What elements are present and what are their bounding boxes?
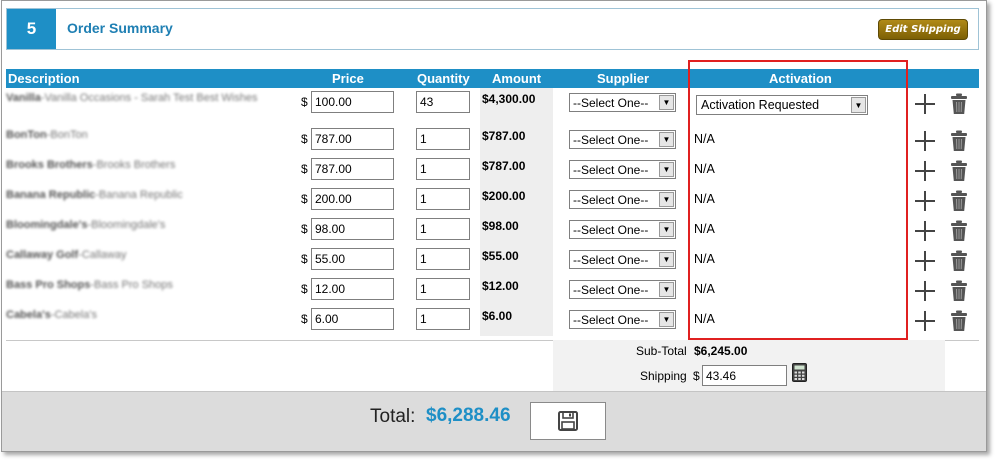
item-description: BonTon-BonTon: [6, 129, 88, 141]
col-price: Price: [332, 71, 364, 86]
trash-icon[interactable]: [950, 130, 968, 152]
amount-value: $55.00: [482, 249, 519, 263]
trash-icon[interactable]: [950, 93, 968, 115]
amount-value: $4,300.00: [482, 92, 536, 106]
col-quantity: Quantity: [417, 71, 470, 86]
chevron-down-icon: ▼: [659, 252, 674, 267]
price-currency: $: [301, 192, 308, 206]
price-currency: $: [301, 95, 308, 109]
calculator-icon[interactable]: [792, 363, 807, 382]
amount-value: $200.00: [482, 189, 526, 203]
quantity-input[interactable]: 1: [416, 308, 470, 330]
supplier-select[interactable]: --Select One-- ▼: [569, 220, 676, 239]
item-description: Banana Republic-Banana Republic: [6, 189, 183, 201]
save-button[interactable]: [530, 402, 606, 440]
chevron-down-icon: ▼: [659, 192, 674, 207]
shipping-input[interactable]: 43.46: [702, 365, 787, 386]
section-header: 5 Order Summary Edit Shipping: [6, 8, 979, 50]
price-currency: $: [301, 132, 308, 146]
trash-icon[interactable]: [950, 280, 968, 302]
supplier-select[interactable]: --Select One-- ▼: [569, 130, 676, 149]
supplier-select[interactable]: --Select One-- ▼: [569, 310, 676, 329]
quantity-input[interactable]: 1: [416, 188, 470, 210]
shipping-currency: $: [693, 369, 700, 383]
activation-highlight-box: [688, 60, 908, 340]
plus-icon[interactable]: [914, 250, 936, 272]
quantity-input[interactable]: 1: [416, 278, 470, 300]
price-currency: $: [301, 162, 308, 176]
supplier-select[interactable]: --Select One-- ▼: [569, 190, 676, 209]
price-input[interactable]: 100.00: [311, 91, 394, 113]
plus-icon[interactable]: [914, 160, 936, 182]
chevron-down-icon: ▼: [659, 132, 674, 147]
price-input[interactable]: 787.00: [311, 158, 394, 180]
floppy-disk-icon: [558, 411, 578, 431]
item-description: Bloomingdale's-Bloomingdale's: [6, 219, 166, 231]
quantity-input[interactable]: 43: [416, 91, 470, 113]
plus-icon[interactable]: [914, 280, 936, 302]
chevron-down-icon: ▼: [659, 312, 674, 327]
item-description: Callaway Golf-Callaway: [6, 249, 127, 261]
plus-icon[interactable]: [914, 190, 936, 212]
trash-icon[interactable]: [950, 310, 968, 332]
price-input[interactable]: 55.00: [311, 248, 394, 270]
total-label: Total:: [370, 406, 416, 427]
plus-icon[interactable]: [914, 93, 936, 115]
trash-icon[interactable]: [950, 220, 968, 242]
section-title: Order Summary: [67, 20, 173, 36]
quantity-input[interactable]: 1: [416, 158, 470, 180]
price-currency: $: [301, 312, 308, 326]
chevron-down-icon: ▼: [659, 95, 674, 110]
price-input[interactable]: 200.00: [311, 188, 394, 210]
trash-icon[interactable]: [950, 160, 968, 182]
col-amount: Amount: [492, 71, 542, 86]
amount-value: $787.00: [482, 129, 526, 143]
price-input[interactable]: 12.00: [311, 278, 394, 300]
shipping-label: Shipping: [640, 369, 687, 383]
total-value: $6,288.46: [426, 405, 511, 426]
chevron-down-icon: ▼: [659, 222, 674, 237]
supplier-select[interactable]: --Select One-- ▼: [569, 280, 676, 299]
edit-shipping-button[interactable]: Edit Shipping: [878, 19, 968, 40]
plus-icon[interactable]: [914, 220, 936, 242]
supplier-select[interactable]: --Select One-- ▼: [569, 250, 676, 269]
amount-value: $12.00: [482, 279, 519, 293]
amount-value: $787.00: [482, 159, 526, 173]
quantity-input[interactable]: 1: [416, 128, 470, 150]
amount-value: $6.00: [482, 309, 513, 323]
price-currency: $: [301, 282, 308, 296]
supplier-select[interactable]: --Select One-- ▼: [569, 93, 676, 112]
quantity-input[interactable]: 1: [416, 218, 470, 240]
trash-icon[interactable]: [950, 190, 968, 212]
item-description: Bass Pro Shops-Bass Pro Shops: [6, 279, 173, 291]
supplier-select[interactable]: --Select One-- ▼: [569, 160, 676, 179]
price-currency: $: [301, 252, 308, 266]
price-input[interactable]: 787.00: [311, 128, 394, 150]
order-summary-panel: 5 Order Summary Edit Shipping Descriptio…: [1, 0, 987, 452]
item-description: Brooks Brothers-Brooks Brothers: [6, 159, 176, 171]
price-currency: $: [301, 222, 308, 236]
trash-icon[interactable]: [950, 250, 968, 272]
chevron-down-icon: ▼: [659, 162, 674, 177]
plus-icon[interactable]: [914, 130, 936, 152]
col-supplier: Supplier: [597, 71, 650, 86]
subtotal-label: Sub-Total: [636, 344, 687, 358]
amount-value: $98.00: [482, 219, 519, 233]
item-description: Cabela's-Cabela's: [6, 309, 97, 321]
price-input[interactable]: 98.00: [311, 218, 394, 240]
subtotal-value: $6,245.00: [694, 344, 748, 358]
step-number: 5: [7, 9, 56, 49]
quantity-input[interactable]: 1: [416, 248, 470, 270]
plus-icon[interactable]: [914, 310, 936, 332]
col-description: Description: [8, 71, 80, 86]
item-description: Vanilla-Vanilla Occasions - Sarah Test B…: [6, 92, 258, 104]
price-input[interactable]: 6.00: [311, 308, 394, 330]
chevron-down-icon: ▼: [659, 282, 674, 297]
